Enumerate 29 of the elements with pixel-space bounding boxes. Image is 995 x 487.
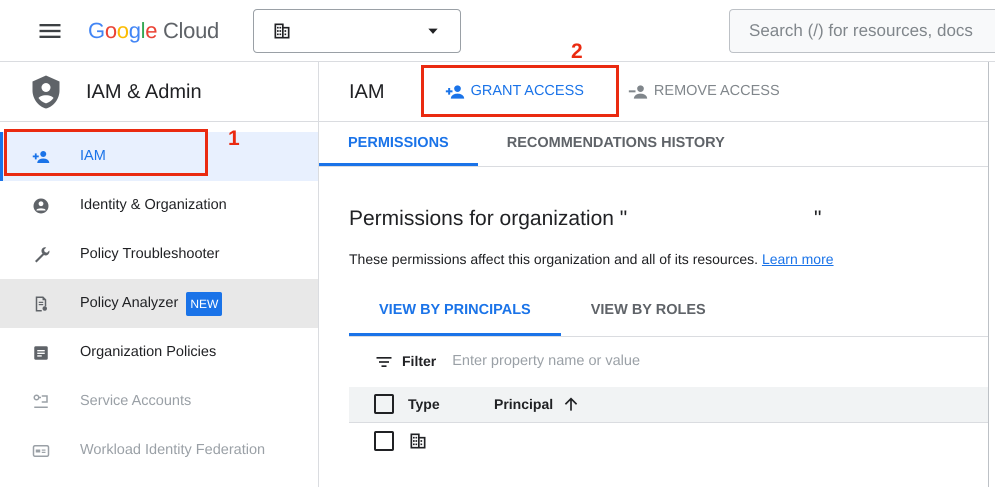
sidebar-item[interactable]: Policy Troubleshooter (0, 230, 318, 279)
select-all-checkbox[interactable] (374, 394, 394, 414)
document-icon (32, 344, 50, 362)
tab[interactable]: RECOMMENDATIONS HISTORY (478, 125, 754, 166)
building-icon (272, 20, 292, 40)
sidebar-item[interactable]: Organization Policies (0, 328, 318, 377)
account-icon (32, 196, 50, 214)
column-header[interactable]: Principal (494, 394, 554, 414)
grant-access-button[interactable]: GRANT ACCESS (432, 72, 596, 110)
page-title: IAM (349, 80, 385, 104)
tab[interactable]: PERMISSIONS (319, 125, 478, 166)
page-heading: Permissions for organization " " (349, 206, 822, 232)
learn-more-link[interactable]: Learn more (762, 250, 834, 266)
sidebar-item[interactable]: Policy Analyzer NEW (0, 279, 318, 328)
project-selector[interactable] (252, 8, 461, 52)
sidebar-item[interactable]: Identity & Organization (0, 181, 318, 230)
sidebar-title: IAM & Admin (86, 80, 202, 104)
search-field[interactable]: Search (/) for resources, docs (729, 8, 995, 52)
column-header[interactable]: Type (408, 394, 440, 414)
key-icon (32, 392, 50, 410)
building-icon (408, 430, 428, 450)
new-badge: NEW (186, 292, 222, 316)
annotation-number: 2 (571, 41, 583, 62)
filter-label: Filter (402, 352, 436, 371)
tab[interactable]: VIEW BY ROLES (560, 290, 736, 336)
google-cloud-logo[interactable]: Google Cloud (88, 14, 219, 47)
row-checkbox[interactable] (374, 430, 394, 450)
description-text: These permissions affect this organization and all of its resources. Learn more (349, 250, 835, 269)
tab[interactable]: VIEW BY PRINCIPALS (349, 290, 561, 336)
